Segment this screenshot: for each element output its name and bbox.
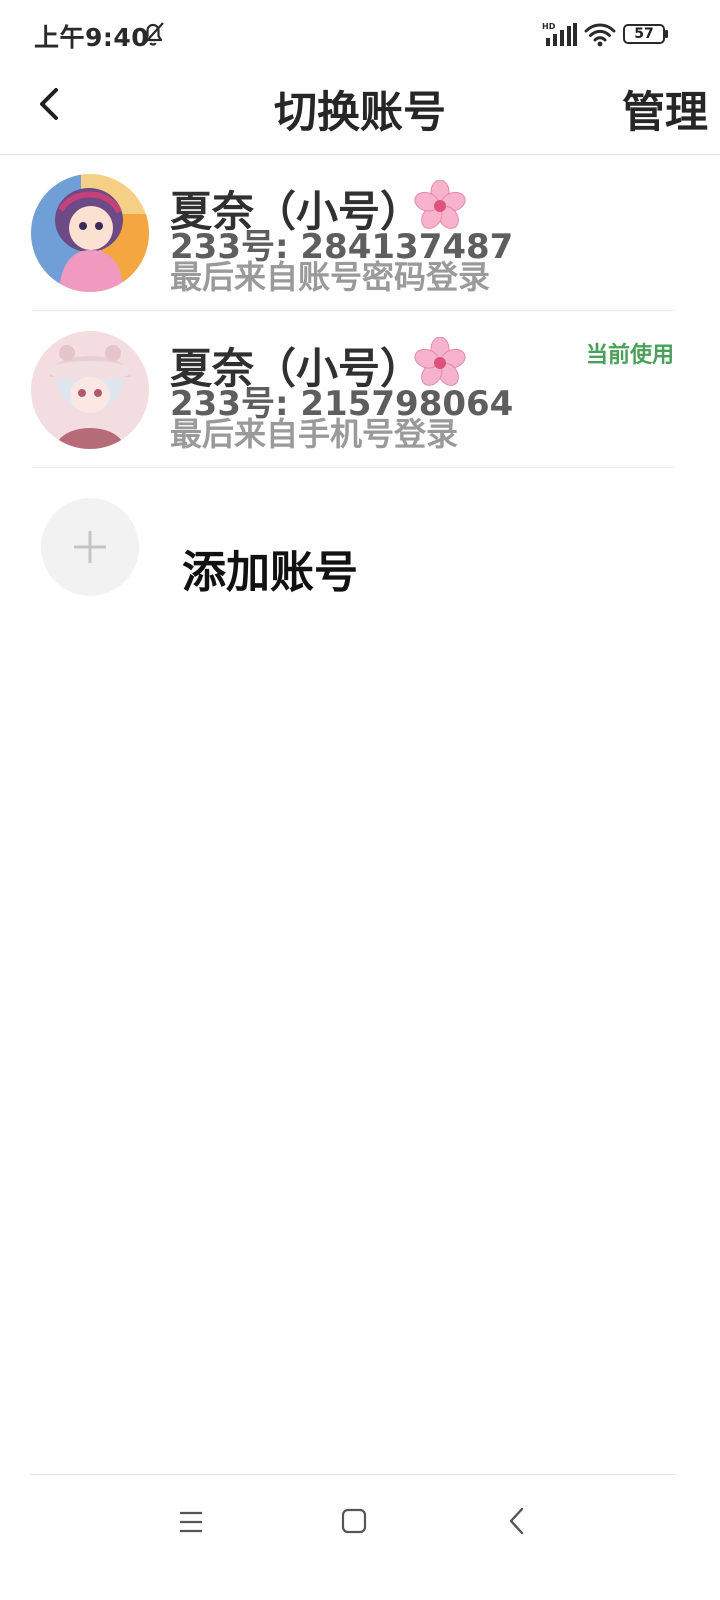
nav-divider — [30, 1474, 676, 1475]
manage-button[interactable]: 管理 — [622, 78, 708, 140]
page-title: 切换账号 — [274, 88, 446, 138]
current-account-badge: 当前使用 — [585, 343, 674, 368]
svg-text:HD: HD — [542, 22, 556, 31]
account-row[interactable]: 夏奈（小号） 233号: 284137487 最后来自账号密码登录 — [0, 154, 720, 311]
back-icon[interactable] — [505, 1506, 529, 1536]
avatar-image — [31, 174, 149, 292]
add-account-circle — [41, 498, 139, 596]
account-login-method: 最后来自账号密码登录 — [170, 258, 491, 296]
divider — [32, 467, 674, 468]
header: 切换账号 管理 — [0, 70, 720, 155]
account-row-current[interactable]: 夏奈（小号） 当前使用 233号: 215798064 最后来自手机号登录 — [0, 311, 720, 468]
add-account-button[interactable]: 添加账号 — [0, 470, 720, 620]
plus-icon — [74, 531, 106, 563]
home-icon[interactable] — [340, 1507, 368, 1535]
avatar — [31, 331, 149, 449]
signal-icon: HD — [542, 22, 577, 46]
status-bar: 上午9:40 HD 57 — [0, 0, 720, 70]
add-account-label: 添加账号 — [182, 547, 358, 598]
status-time: 上午9:40 — [34, 23, 150, 52]
avatar — [31, 174, 149, 292]
wifi-icon — [584, 23, 616, 47]
system-nav-bar — [0, 1474, 720, 1600]
avatar-image — [31, 331, 149, 449]
mute-bell-icon — [142, 22, 164, 46]
menu-icon[interactable] — [177, 1508, 205, 1536]
account-login-method: 最后来自手机号登录 — [170, 415, 459, 453]
battery-level: 57 — [634, 26, 654, 42]
